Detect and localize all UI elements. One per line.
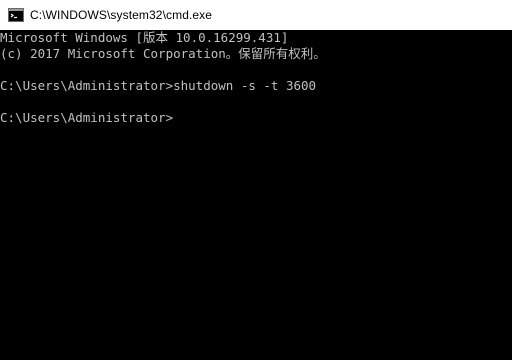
console-prompt[interactable]: C:\Users\Administrator> [0,110,512,126]
window-title: C:\WINDOWS\system32\cmd.exe [30,8,213,22]
console-line-copyright: (c) 2017 Microsoft Corporation。保留所有权利。 [0,46,326,61]
console-line-blank-1 [0,62,512,78]
title-bar[interactable]: C:\WINDOWS\system32\cmd.exe [0,0,512,30]
cmd-window: C:\WINDOWS\system32\cmd.exe Microsoft Wi… [0,0,512,360]
console-line-blank-2 [0,94,512,110]
console-output[interactable]: Microsoft Windows [版本 10.0.16299.431] (c… [0,30,512,360]
console-line-command: C:\Users\Administrator>shutdown -s -t 36… [0,78,317,93]
console-line-version: Microsoft Windows [版本 10.0.16299.431] [0,30,289,45]
cmd-icon [8,8,24,22]
